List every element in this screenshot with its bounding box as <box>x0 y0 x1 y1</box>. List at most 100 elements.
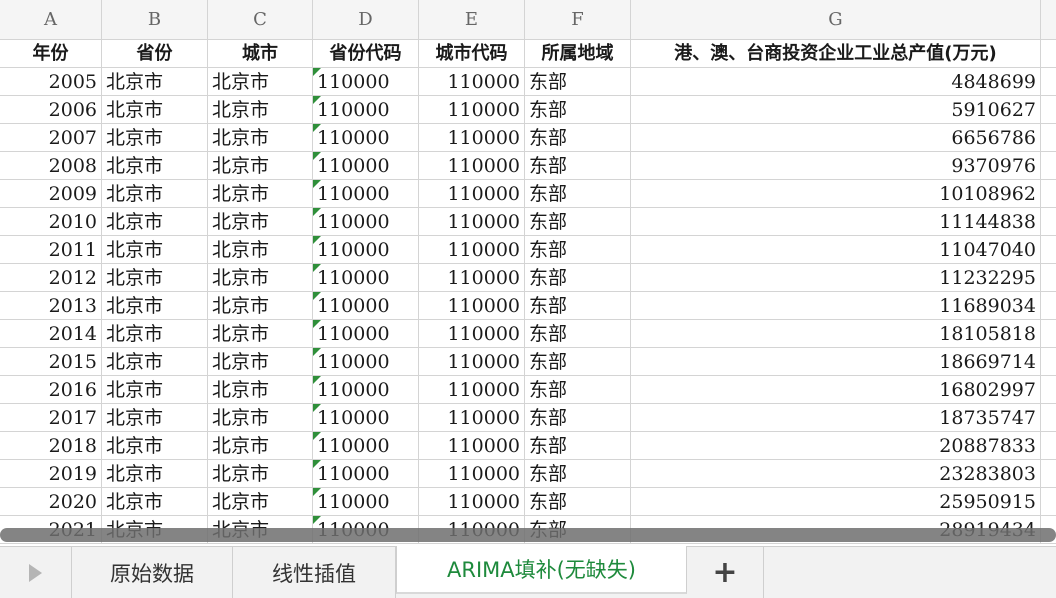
city-cell[interactable]: 北京市 <box>208 320 313 348</box>
column-header-d[interactable]: D <box>313 0 419 40</box>
city-code-cell[interactable]: 110000 <box>419 404 525 432</box>
year-cell[interactable]: 2009 <box>0 180 102 208</box>
region-cell[interactable]: 东部 <box>525 488 631 516</box>
output-value-cell[interactable]: 16802997 <box>631 376 1041 404</box>
city-cell[interactable]: 北京市 <box>208 208 313 236</box>
empty-cell[interactable] <box>1041 488 1056 516</box>
province-code-cell[interactable]: 110000 <box>313 152 419 180</box>
province-cell[interactable]: 北京市 <box>102 460 208 488</box>
year-cell[interactable]: 2013 <box>0 292 102 320</box>
year-cell[interactable]: 2007 <box>0 124 102 152</box>
header-cell-region[interactable]: 所属地域 <box>525 40 631 68</box>
province-code-cell[interactable]: 110000 <box>313 292 419 320</box>
output-value-cell[interactable]: 18735747 <box>631 404 1041 432</box>
empty-cell[interactable] <box>1041 208 1056 236</box>
province-cell[interactable]: 北京市 <box>102 236 208 264</box>
city-cell[interactable]: 北京市 <box>208 376 313 404</box>
region-cell[interactable]: 东部 <box>525 124 631 152</box>
city-cell[interactable]: 北京市 <box>208 432 313 460</box>
city-code-cell[interactable]: 110000 <box>419 292 525 320</box>
city-code-cell[interactable]: 110000 <box>419 208 525 236</box>
city-cell[interactable]: 北京市 <box>208 292 313 320</box>
column-header-b[interactable]: B <box>102 0 208 40</box>
province-cell[interactable]: 北京市 <box>102 96 208 124</box>
province-code-cell[interactable]: 110000 <box>313 180 419 208</box>
year-cell[interactable]: 2020 <box>0 488 102 516</box>
output-value-cell[interactable]: 18105818 <box>631 320 1041 348</box>
empty-cell[interactable] <box>1041 376 1056 404</box>
year-cell[interactable]: 2016 <box>0 376 102 404</box>
year-cell[interactable]: 2017 <box>0 404 102 432</box>
region-cell[interactable]: 东部 <box>525 404 631 432</box>
province-cell[interactable]: 北京市 <box>102 488 208 516</box>
empty-cell[interactable] <box>1041 432 1056 460</box>
city-code-cell[interactable]: 110000 <box>419 264 525 292</box>
province-cell[interactable]: 北京市 <box>102 348 208 376</box>
city-cell[interactable]: 北京市 <box>208 460 313 488</box>
output-value-cell[interactable]: 5910627 <box>631 96 1041 124</box>
region-cell[interactable]: 东部 <box>525 320 631 348</box>
empty-cell[interactable] <box>1041 96 1056 124</box>
province-cell[interactable]: 北京市 <box>102 376 208 404</box>
region-cell[interactable]: 东部 <box>525 236 631 264</box>
province-cell[interactable]: 北京市 <box>102 68 208 96</box>
city-code-cell[interactable]: 110000 <box>419 376 525 404</box>
empty-cell[interactable] <box>1041 404 1056 432</box>
city-code-cell[interactable]: 110000 <box>419 68 525 96</box>
column-header-f[interactable]: F <box>525 0 631 40</box>
province-cell[interactable]: 北京市 <box>102 404 208 432</box>
province-cell[interactable]: 北京市 <box>102 124 208 152</box>
city-code-cell[interactable]: 110000 <box>419 96 525 124</box>
year-cell[interactable]: 2012 <box>0 264 102 292</box>
output-value-cell[interactable]: 23283803 <box>631 460 1041 488</box>
province-code-cell[interactable]: 110000 <box>313 264 419 292</box>
province-cell[interactable]: 北京市 <box>102 432 208 460</box>
city-code-cell[interactable]: 110000 <box>419 236 525 264</box>
column-header-c[interactable]: C <box>208 0 313 40</box>
horizontal-scrollbar[interactable] <box>0 528 1056 542</box>
empty-cell[interactable] <box>1041 124 1056 152</box>
year-cell[interactable]: 2005 <box>0 68 102 96</box>
city-code-cell[interactable]: 110000 <box>419 152 525 180</box>
output-value-cell[interactable]: 6656786 <box>631 124 1041 152</box>
header-cell-province[interactable]: 省份 <box>102 40 208 68</box>
region-cell[interactable]: 东部 <box>525 180 631 208</box>
output-value-cell[interactable]: 10108962 <box>631 180 1041 208</box>
empty-cell[interactable] <box>1041 320 1056 348</box>
province-code-cell[interactable]: 110000 <box>313 124 419 152</box>
spreadsheet-grid[interactable]: A B C D E F G 年份 省份 城市 省份代码 城市代码 所属地域 港、… <box>0 0 1056 546</box>
city-code-cell[interactable]: 110000 <box>419 180 525 208</box>
header-cell-output-value[interactable]: 港、澳、台商投资企业工业总产值(万元) <box>631 40 1041 68</box>
city-cell[interactable]: 北京市 <box>208 488 313 516</box>
sheet-scroll-button[interactable] <box>0 547 72 598</box>
city-cell[interactable]: 北京市 <box>208 264 313 292</box>
header-cell-city[interactable]: 城市 <box>208 40 313 68</box>
empty-cell[interactable] <box>1041 40 1056 68</box>
column-header-h[interactable] <box>1041 0 1056 40</box>
province-code-cell[interactable]: 110000 <box>313 404 419 432</box>
province-code-cell[interactable]: 110000 <box>313 236 419 264</box>
province-cell[interactable]: 北京市 <box>102 292 208 320</box>
province-code-cell[interactable]: 110000 <box>313 320 419 348</box>
province-cell[interactable]: 北京市 <box>102 180 208 208</box>
city-code-cell[interactable]: 110000 <box>419 488 525 516</box>
empty-cell[interactable] <box>1041 264 1056 292</box>
province-code-cell[interactable]: 110000 <box>313 432 419 460</box>
year-cell[interactable]: 2008 <box>0 152 102 180</box>
region-cell[interactable]: 东部 <box>525 376 631 404</box>
province-cell[interactable]: 北京市 <box>102 320 208 348</box>
region-cell[interactable]: 东部 <box>525 264 631 292</box>
year-cell[interactable]: 2014 <box>0 320 102 348</box>
output-value-cell[interactable]: 18669714 <box>631 348 1041 376</box>
region-cell[interactable]: 东部 <box>525 152 631 180</box>
city-code-cell[interactable]: 110000 <box>419 124 525 152</box>
header-cell-year[interactable]: 年份 <box>0 40 102 68</box>
empty-cell[interactable] <box>1041 152 1056 180</box>
column-header-g[interactable]: G <box>631 0 1041 40</box>
add-sheet-button[interactable]: + <box>687 547 764 598</box>
city-cell[interactable]: 北京市 <box>208 404 313 432</box>
city-code-cell[interactable]: 110000 <box>419 348 525 376</box>
tab-original-data[interactable]: 原始数据 <box>72 547 233 598</box>
province-code-cell[interactable]: 110000 <box>313 68 419 96</box>
city-cell[interactable]: 北京市 <box>208 124 313 152</box>
